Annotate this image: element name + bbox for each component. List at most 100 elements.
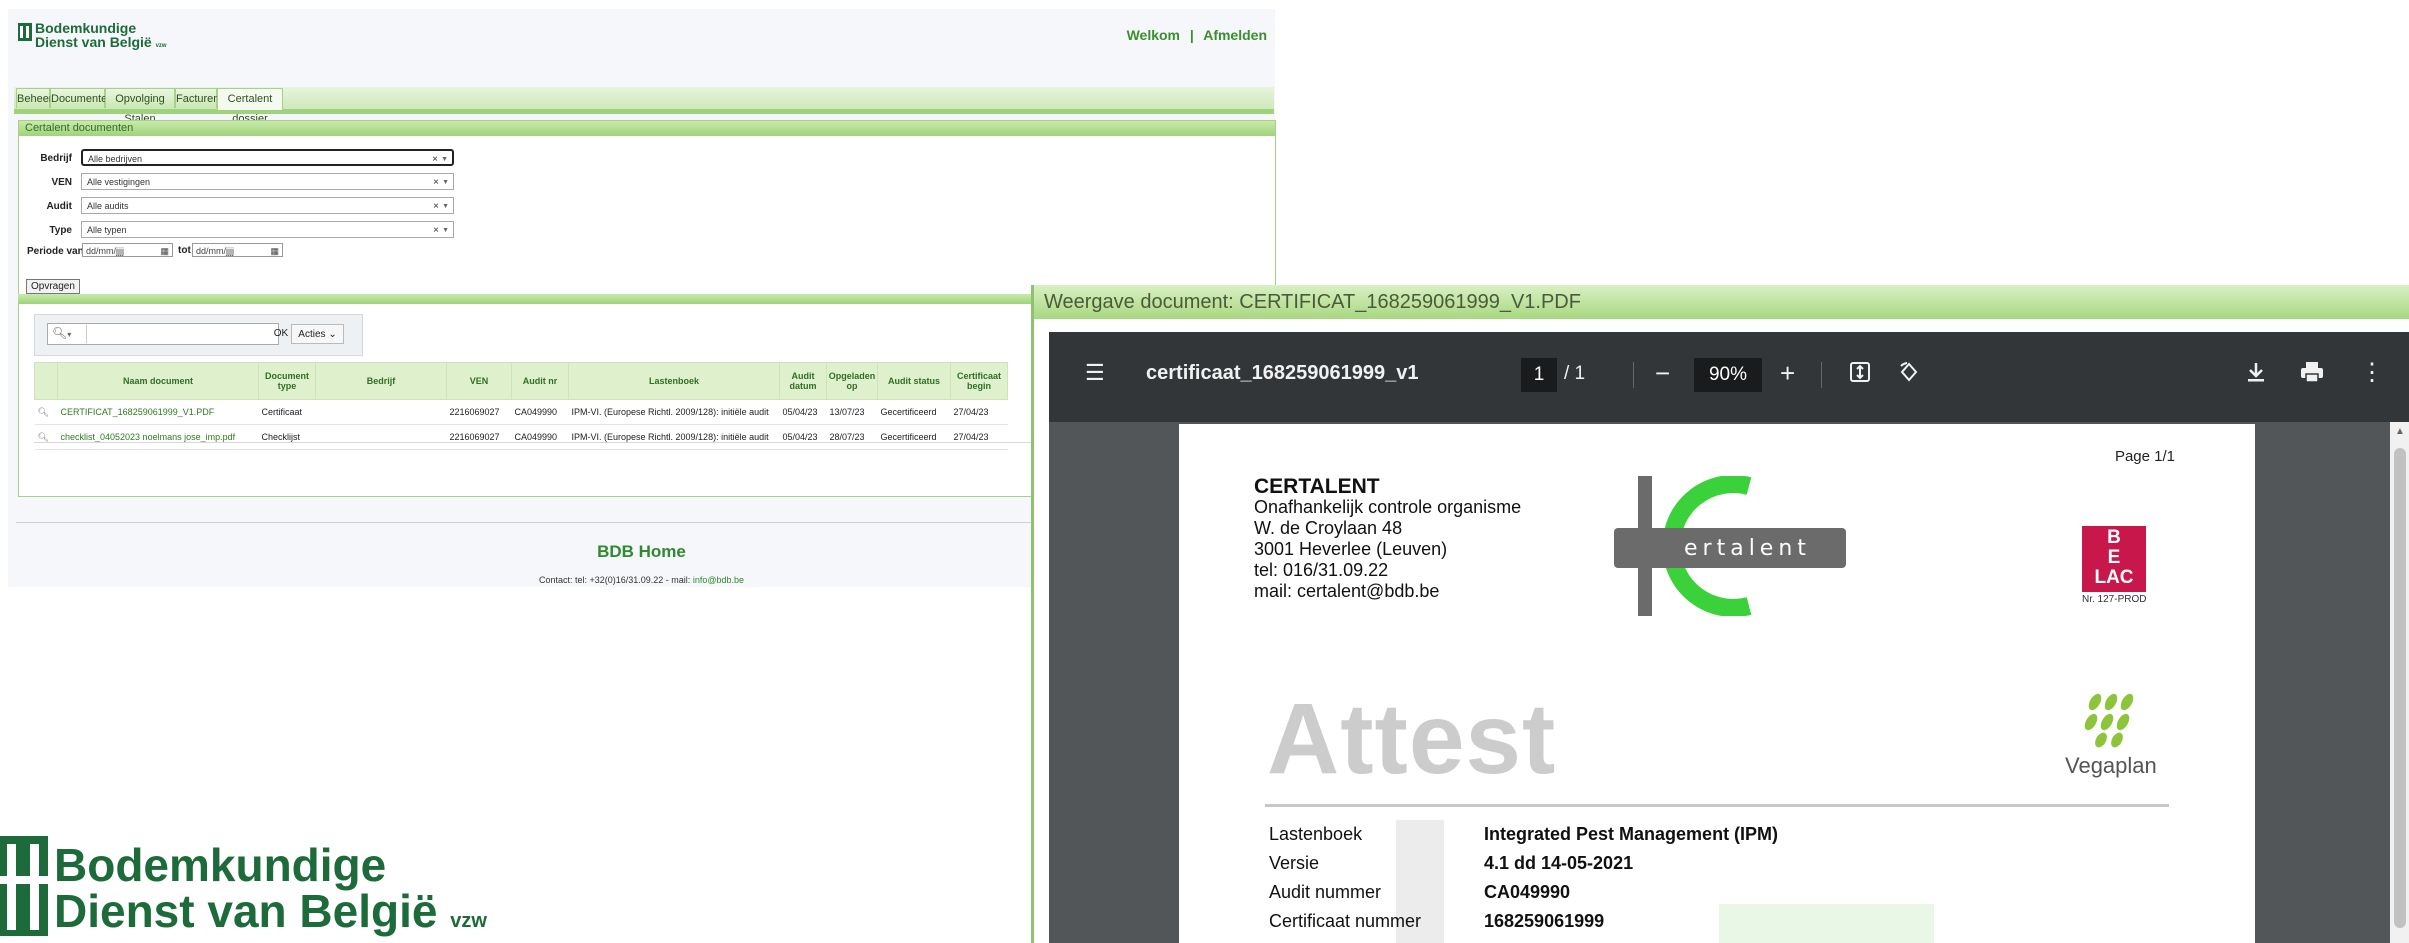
cert-address-line: 3001 Heverlee (Leuven) xyxy=(1254,539,1448,559)
scrollbar-thumb[interactable] xyxy=(2394,448,2406,928)
certalent-address: CERTALENT Onafhankelijk controle organis… xyxy=(1254,476,1521,602)
table-header-audit-nr[interactable]: Audit nr xyxy=(511,362,569,400)
detail-value: Integrated Pest Management (IPM) xyxy=(1484,824,1779,844)
table-row[interactable]: 🔍︎ checklist_04052023 noelmans jose_imp.… xyxy=(34,424,1008,450)
table-header-name[interactable]: Naam document xyxy=(57,362,259,400)
belac-logo: B E LAC Nr. 127-PROD xyxy=(2082,526,2146,605)
detail-value: 168259061999 xyxy=(1484,911,1605,931)
search-icon[interactable]: 🔍︎ xyxy=(34,424,58,450)
table-header-bedrijf[interactable]: Bedrijf xyxy=(315,362,447,400)
date-from-placeholder: dd/mm/jjjj xyxy=(86,246,125,256)
belac-letter: E xyxy=(2107,547,2121,568)
cell-audit: CA049990 xyxy=(511,399,569,425)
clear-icon[interactable]: × xyxy=(433,198,439,215)
belac-label: Nr. 127-PROD xyxy=(2082,594,2147,605)
cell-bedrijf xyxy=(315,399,447,425)
audit-label: Audit xyxy=(46,201,72,212)
rotate-icon[interactable] xyxy=(1897,360,1921,390)
table-header-audit-datum[interactable]: Audit datum xyxy=(779,362,827,400)
chevron-down-icon[interactable]: ▼ xyxy=(442,222,449,239)
belac-mark: B E LAC xyxy=(2082,526,2146,592)
scroll-up-icon[interactable]: ▲ xyxy=(2395,426,2405,437)
cert-address-line: W. de Croylaan 48 xyxy=(1254,518,1403,538)
document-link[interactable]: CERTIFICAT_168259061999_V1.PDF xyxy=(57,399,259,425)
cell-status: Gecertificeerd xyxy=(877,424,951,450)
tab-documenten[interactable]: Documenten xyxy=(50,88,113,108)
belac-letter: LAC xyxy=(2094,567,2134,588)
header-links: Welkom | Afmelden xyxy=(1127,27,1267,43)
calendar-icon[interactable]: ▦ xyxy=(270,244,279,258)
table-header-ven[interactable]: VEN xyxy=(446,362,512,400)
logo-suffix: vzw xyxy=(155,43,167,49)
detail-value: 4.1 dd 14-05-2021 xyxy=(1484,853,1634,873)
clear-icon[interactable]: × xyxy=(433,174,439,191)
zoom-level[interactable]: 90% xyxy=(1694,358,1762,392)
search-toolbar: 🔍︎▾ OK Acties ⌄ xyxy=(34,314,363,356)
pdf-page: Page 1/1 CERTALENT Onafhankelijk control… xyxy=(1179,424,2255,943)
tab-beheer[interactable]: Beheer xyxy=(16,88,52,108)
print-icon[interactable] xyxy=(2299,360,2325,390)
table-header-view xyxy=(34,362,58,400)
bedrijf-label: Bedrijf xyxy=(40,153,72,164)
footer-mail-link[interactable]: info@bdb.be xyxy=(693,575,744,585)
cell-opgeladen: 13/07/23 xyxy=(826,399,878,425)
more-options-icon[interactable]: ⋮ xyxy=(2360,358,2384,387)
detail-label: Lastenboek xyxy=(1269,824,1363,844)
clear-icon[interactable]: × xyxy=(433,222,439,239)
tab-opvolging-stalen[interactable]: Opvolging Stalen xyxy=(105,88,175,125)
actions-button[interactable]: Acties ⌄ xyxy=(291,324,344,344)
logout-link[interactable]: Afmelden xyxy=(1203,27,1267,43)
documents-table: Naam document Document type Bedrijf VEN … xyxy=(34,362,1008,450)
search-input[interactable] xyxy=(86,325,245,343)
date-to-input[interactable]: dd/mm/jjjj ▦ xyxy=(192,243,283,257)
chevron-down-icon[interactable]: ▼ xyxy=(442,198,449,215)
zoom-in-icon[interactable]: + xyxy=(1780,358,1795,389)
cell-type: Checklijst xyxy=(258,424,316,450)
zoom-out-icon[interactable]: − xyxy=(1655,358,1670,389)
page-number-input[interactable]: 1 xyxy=(1521,358,1557,392)
date-to-placeholder: dd/mm/jjjj xyxy=(196,246,235,256)
bedrijf-select[interactable]: Alle bedrijven × ▼ xyxy=(81,149,454,166)
chevron-down-icon[interactable]: ▼ xyxy=(441,151,448,168)
tab-certalent-dossier[interactable]: Certalent dossier xyxy=(217,88,283,125)
tab-facturen[interactable]: Facturen xyxy=(175,88,219,108)
table-header-status[interactable]: Audit status xyxy=(877,362,951,400)
footer-contact-text: Contact: tel: +32(0)16/31.09.22 - mail: xyxy=(538,575,691,585)
welcome-link[interactable]: Welkom xyxy=(1127,27,1180,43)
table-header-type[interactable]: Document type xyxy=(258,362,316,400)
menu-icon[interactable]: ☰ xyxy=(1085,360,1105,386)
ven-select[interactable]: Alle vestigingen × ▼ xyxy=(81,173,454,190)
cell-begin: 27/04/23 xyxy=(950,424,1008,450)
date-from-input[interactable]: dd/mm/jjjj ▦ xyxy=(82,243,173,257)
logo-line-1: Bodemkundige xyxy=(35,20,137,36)
cert-address-line: mail: certalent@bdb.be xyxy=(1254,581,1440,601)
table-header-cert-begin[interactable]: Certificaat begin xyxy=(950,362,1008,400)
fit-page-icon[interactable] xyxy=(1848,360,1872,390)
audit-select[interactable]: Alle audits × ▼ xyxy=(81,197,454,214)
table-header-lastenboek[interactable]: Lastenboek xyxy=(568,362,780,400)
type-select[interactable]: Alle typen × ▼ xyxy=(81,221,454,238)
ok-button[interactable]: OK xyxy=(270,324,292,344)
search-icon[interactable]: 🔍︎▾ xyxy=(52,326,71,340)
download-icon[interactable] xyxy=(2245,360,2267,390)
table-row[interactable]: 🔍︎ CERTIFICAT_168259061999_V1.PDF Certif… xyxy=(34,399,1008,425)
bdb-logo[interactable]: Bodemkundige Dienst van België vzw xyxy=(18,21,167,49)
table-header-row: Naam document Document type Bedrijf VEN … xyxy=(34,362,1008,400)
calendar-icon[interactable]: ▦ xyxy=(160,244,169,258)
clear-icon[interactable]: × xyxy=(432,151,438,168)
scrollbar[interactable]: ▲ xyxy=(2390,422,2409,943)
toolbar-divider xyxy=(1821,362,1822,388)
logo-large-line-2: Dienst van België xyxy=(54,885,438,937)
chevron-down-icon[interactable]: ▼ xyxy=(442,174,449,191)
table-header-opgeladen[interactable]: Opgeladen op xyxy=(826,362,878,400)
opvragen-button[interactable]: Opvragen xyxy=(26,279,80,294)
to-label: tot xyxy=(178,245,191,256)
cell-lastenboek: IPM-VI. (Europese Richtl. 2009/128): ini… xyxy=(568,424,780,450)
cell-ven: 2216069027 xyxy=(446,424,512,450)
search-icon[interactable]: 🔍︎ xyxy=(34,399,58,425)
type-label: Type xyxy=(49,225,72,236)
belac-letter: B xyxy=(2107,527,2121,548)
tab-bar: Beheer Documenten Opvolging Stalen Factu… xyxy=(14,87,1274,125)
page-total: / 1 xyxy=(1564,363,1586,384)
document-link[interactable]: checklist_04052023 noelmans jose_imp.pdf xyxy=(57,424,259,450)
